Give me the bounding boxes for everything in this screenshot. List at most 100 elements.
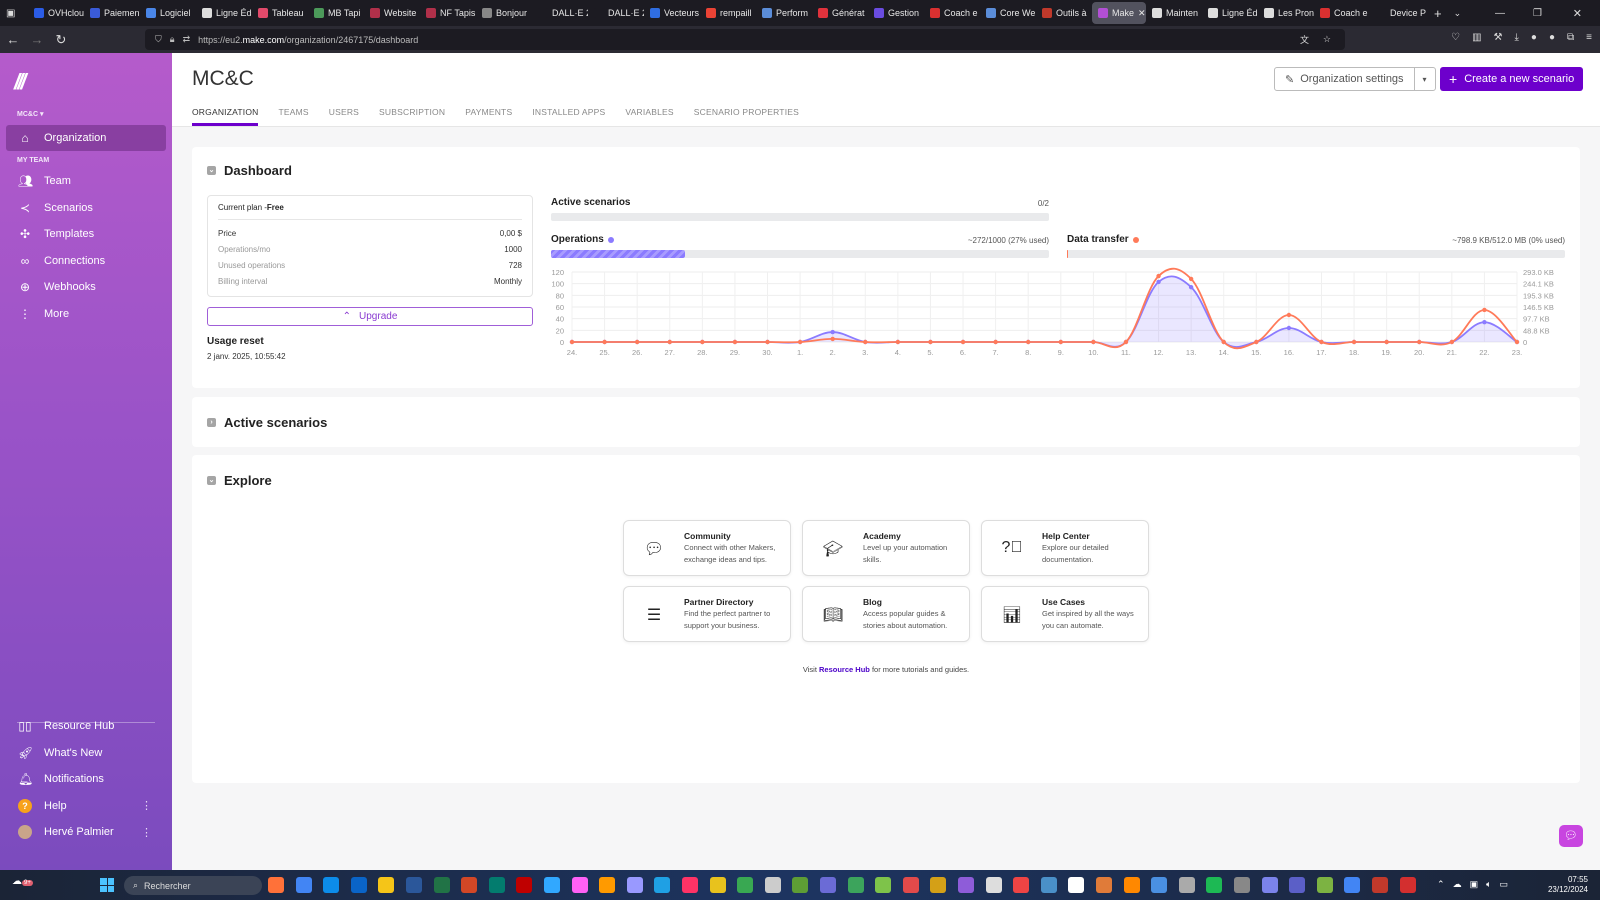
browser-tab[interactable]: OVHcloud (28, 2, 84, 24)
tab-users[interactable]: USERS (329, 107, 359, 126)
tab-subscription[interactable]: SUBSCRIPTION (379, 107, 445, 126)
menu-icon[interactable]: ≡ (1586, 32, 1592, 43)
browser-tab[interactable]: NF Tapis (420, 2, 476, 24)
make-logo[interactable]: /// (14, 69, 26, 95)
taskbar-app-icon[interactable] (875, 877, 892, 893)
restore-button[interactable]: ❐ (1533, 8, 1542, 19)
pocket-icon[interactable]: ♡ (1451, 32, 1460, 43)
taskbar-app-icon[interactable] (599, 877, 616, 893)
explore-card-help-center[interactable]: ?⃝ Help Center Explore our detailed docume… (981, 520, 1149, 576)
browser-tab[interactable]: Coach e (1314, 2, 1370, 24)
taskbar-app-icon[interactable] (1040, 877, 1057, 893)
taskbar-app-icon[interactable] (544, 877, 560, 893)
close-window-button[interactable]: ✕ (1573, 7, 1582, 20)
start-button[interactable] (100, 878, 114, 892)
taskbar-app-icon[interactable] (516, 877, 533, 893)
tab-list-chevron-icon[interactable]: ⌄ (1454, 8, 1462, 19)
settings-dropdown-caret-icon[interactable]: ▾ (1415, 75, 1435, 84)
taskbar-app-icon[interactable] (1234, 877, 1250, 893)
extension-n-icon[interactable]: ● (1549, 32, 1555, 43)
browser-tab[interactable]: Perform (756, 2, 812, 24)
browser-tab[interactable]: Ligne Éd (196, 2, 252, 24)
explore-card-academy[interactable]: 🎓︎ Academy Level up your automation skills… (802, 520, 970, 576)
browser-tab[interactable]: Vecteurs (644, 2, 700, 24)
taskbar-app-icon[interactable] (1261, 877, 1278, 893)
taskbar-search[interactable]: ⌕ Rechercher (124, 876, 262, 895)
browser-tab[interactable]: Ligne Éd (1202, 2, 1258, 24)
sidebar-item-webhooks[interactable]: ⊕ Webhooks (6, 274, 166, 300)
active-scenarios-header[interactable]: › Active scenarios (207, 415, 327, 430)
expand-icon[interactable]: › (207, 418, 216, 427)
taskbar-app-icon[interactable] (1068, 877, 1085, 893)
taskbar-app-icon[interactable] (1206, 877, 1223, 893)
back-button[interactable]: ← (2, 32, 24, 47)
taskbar-app-icon[interactable] (295, 877, 312, 893)
taskbar-app-icon[interactable] (433, 877, 450, 893)
kebab-menu-icon[interactable]: ⋮ (141, 826, 152, 839)
sidebar-icon[interactable]: ▥ (1472, 32, 1481, 43)
taskbar-app-icon[interactable] (847, 877, 864, 893)
browser-tab[interactable]: Core We (980, 2, 1036, 24)
forward-button[interactable]: → (26, 32, 48, 47)
taskbar-app-icon[interactable] (654, 877, 671, 893)
create-scenario-button[interactable]: + Create a new scenario (1440, 67, 1584, 91)
browser-tab[interactable]: Bonjour (476, 2, 532, 24)
taskbar-app-icon[interactable] (985, 877, 1002, 893)
tab-overview-icon[interactable]: ▣ (6, 8, 28, 19)
taskbar-app-icon[interactable] (1316, 877, 1333, 893)
extension-h-icon[interactable]: ● (1531, 32, 1537, 43)
org-switcher[interactable]: MC&C ▾ (17, 110, 43, 118)
taskbar-app-icon[interactable] (1096, 877, 1112, 893)
minimize-button[interactable]: — (1495, 8, 1505, 19)
browser-tab[interactable]: Coach e (924, 2, 980, 24)
sidebar-item-scenarios[interactable]: ≺ Scenarios (6, 195, 166, 221)
browser-tab[interactable]: Device Previ (1370, 2, 1426, 24)
taskbar-app-icon[interactable] (709, 877, 726, 893)
taskbar-app-icon[interactable] (488, 877, 505, 893)
new-tab-button[interactable]: + (1434, 6, 1442, 21)
taskbar-app-icon[interactable] (764, 877, 781, 893)
browser-tab[interactable]: DALL·E 2024 (588, 2, 644, 24)
taskbar-app-icon[interactable] (461, 877, 478, 893)
tab-payments[interactable]: PAYMENTS (465, 107, 512, 126)
dashboard-header[interactable]: ⌄ Dashboard (207, 163, 292, 178)
browser-tab[interactable]: DALL·E 2024 (532, 2, 588, 24)
sidebar-item-team[interactable]: 👥︎ Team (6, 168, 166, 194)
close-tab-icon[interactable]: ✕ (1138, 8, 1146, 19)
taskbar-app-icon[interactable] (626, 877, 643, 893)
taskbar-app-icon[interactable] (902, 877, 919, 893)
taskbar-app-icon[interactable] (820, 877, 836, 893)
taskbar-app-icon[interactable] (1344, 877, 1361, 893)
taskbar-app-icon[interactable] (958, 877, 974, 893)
taskbar-app-icon[interactable] (571, 877, 588, 893)
sidebar-item-what-s-new[interactable]: 🚀︎ What's New (6, 740, 166, 766)
browser-tab[interactable]: Outils à (1036, 2, 1092, 24)
weather-widget[interactable]: ☁ 9+ (12, 876, 33, 887)
tab-installed-apps[interactable]: INSTALLED APPS (532, 107, 605, 126)
browser-tab[interactable]: Mainten (1146, 2, 1202, 24)
taskbar-app-icon[interactable] (1123, 877, 1140, 893)
collapse-icon[interactable]: ⌄ (207, 476, 216, 485)
taskbar-app-icon[interactable] (350, 877, 367, 893)
taskbar-app-icon[interactable] (323, 877, 340, 893)
taskbar-app-icon[interactable] (930, 877, 947, 893)
taskbar-app-icon[interactable] (1399, 877, 1416, 893)
extensions-icon[interactable]: ⧉ (1567, 32, 1574, 43)
taskbar-app-icon[interactable] (792, 877, 809, 893)
tab-organization[interactable]: ORGANIZATION (192, 107, 259, 126)
kebab-menu-icon[interactable]: ⋮ (141, 799, 152, 812)
collapse-icon[interactable]: ⌄ (207, 166, 216, 175)
taskbar-app-icon[interactable] (1013, 877, 1030, 893)
browser-tab[interactable]: Make ✕ (1092, 2, 1146, 24)
browser-tab[interactable]: Générat (812, 2, 868, 24)
browser-tab[interactable]: Tableau (252, 2, 308, 24)
browser-tab[interactable]: Les Pron (1258, 2, 1314, 24)
explore-header[interactable]: ⌄ Explore (207, 473, 272, 488)
system-tray[interactable]: ⌃ ☁ ▣ 🔈︎ ▭ (1437, 879, 1508, 890)
taskbar-app-icon[interactable] (1289, 877, 1306, 893)
taskbar-app-icon[interactable] (378, 877, 395, 893)
sidebar-item-organization[interactable]: ⌂ Organization (6, 125, 166, 151)
upgrade-button[interactable]: ⌃ Upgrade (207, 307, 533, 326)
download-icon[interactable]: ⤓ (1515, 32, 1519, 43)
organization-settings-button[interactable]: ✎ Organization settings ▾ (1274, 67, 1436, 91)
